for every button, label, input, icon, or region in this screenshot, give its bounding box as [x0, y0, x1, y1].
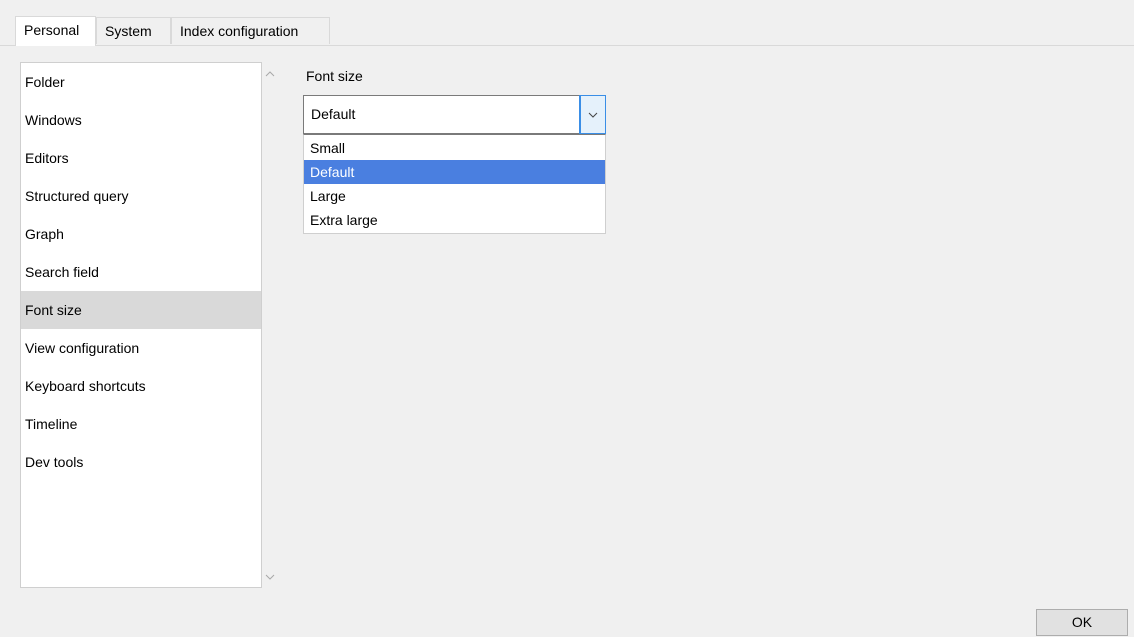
- settings-category-list[interactable]: Folder Windows Editors Structured query …: [20, 62, 262, 588]
- dropdown-option-default[interactable]: Default: [304, 160, 605, 184]
- sidebar-item-search-field[interactable]: Search field: [21, 253, 261, 291]
- tab-label: System: [105, 23, 152, 39]
- chevron-up-icon: [265, 71, 275, 77]
- dropdown-option-large[interactable]: Large: [304, 184, 605, 208]
- scroll-up-button[interactable]: [261, 64, 279, 82]
- tab-divider: [0, 45, 1134, 46]
- tab-system[interactable]: System: [96, 17, 171, 44]
- sidebar-item-graph[interactable]: Graph: [21, 215, 261, 253]
- tab-label: Personal: [24, 22, 80, 38]
- chevron-down-icon: [588, 112, 598, 118]
- font-size-label: Font size: [306, 68, 363, 84]
- font-size-dropdown-list: Small Default Large Extra large: [303, 134, 606, 234]
- tab-bar: Personal System Index configuration: [0, 16, 1134, 46]
- font-size-select-button[interactable]: [579, 95, 606, 134]
- sidebar-item-view-configuration[interactable]: View configuration: [21, 329, 261, 367]
- sidebar-item-keyboard-shortcuts[interactable]: Keyboard shortcuts: [21, 367, 261, 405]
- sidebar-list: Folder Windows Editors Structured query …: [21, 63, 261, 481]
- dropdown-option-extra-large[interactable]: Extra large: [304, 208, 605, 232]
- ok-button[interactable]: OK: [1036, 609, 1128, 636]
- font-size-select[interactable]: Default: [303, 95, 606, 134]
- sidebar-item-editors[interactable]: Editors: [21, 139, 261, 177]
- sidebar-item-folder[interactable]: Folder: [21, 63, 261, 101]
- tab-index-configuration[interactable]: Index configuration: [171, 17, 330, 44]
- sidebar-item-windows[interactable]: Windows: [21, 101, 261, 139]
- tab-personal[interactable]: Personal: [15, 16, 96, 46]
- scroll-down-button[interactable]: [261, 567, 279, 585]
- chevron-down-icon: [265, 574, 275, 580]
- sidebar-item-structured-query[interactable]: Structured query: [21, 177, 261, 215]
- tab-label: Index configuration: [180, 23, 299, 39]
- sidebar-item-timeline[interactable]: Timeline: [21, 405, 261, 443]
- dropdown-option-small[interactable]: Small: [304, 136, 605, 160]
- font-size-select-value: Default: [311, 106, 356, 122]
- sidebar-item-dev-tools[interactable]: Dev tools: [21, 443, 261, 481]
- sidebar-item-font-size[interactable]: Font size: [21, 291, 261, 329]
